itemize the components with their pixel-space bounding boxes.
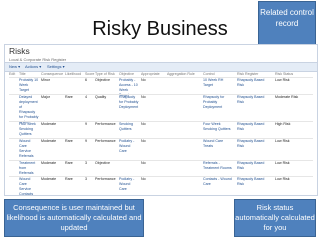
cell-appropriate: No <box>141 78 146 82</box>
cell-appropriate: No <box>141 177 146 181</box>
cell-consequence: Moderate <box>41 161 57 165</box>
cell-control[interactable]: Referrals - Treatment Rooms <box>203 161 233 171</box>
cell-likelihood: Rare <box>65 95 73 99</box>
cell-appropriate: No <box>141 161 146 165</box>
callout-risk-status-note: Risk status automatically calculated for… <box>234 199 316 237</box>
cell-risk-register[interactable]: Rhapsody Based Risk <box>237 139 267 149</box>
cell-type-of-risk: Quality <box>95 95 107 99</box>
cell-type-of-risk: Objective <box>95 161 110 165</box>
list-toolbar: New ▾ Actions ▾ Settings ▾ <box>5 62 317 72</box>
cell-appropriate: No <box>141 139 146 143</box>
cell-score: 4 <box>85 95 87 99</box>
cell-risk-register[interactable]: Rhapsody Based Risk <box>237 95 267 105</box>
column-header-risk-status[interactable]: Risk Status <box>275 72 293 76</box>
column-header-objective[interactable]: Objective <box>119 72 134 76</box>
cell-type-of-risk: Performance <box>95 177 116 181</box>
column-header-consequence[interactable]: Consequence <box>41 72 63 76</box>
cell-risk-status: High Risk <box>275 122 291 126</box>
column-header-appropriate[interactable]: Appropriate <box>141 72 160 76</box>
cell-control[interactable]: 10 Week RH Target <box>203 78 233 88</box>
cell-consequence: Major <box>41 95 50 99</box>
cell-objective[interactable]: Podiatry - Wound Care <box>119 139 139 154</box>
column-header-score[interactable]: Score <box>85 72 94 76</box>
cell-control[interactable]: Rhapsody for Probably Deployment <box>203 95 233 110</box>
cell-risk-status: Low Risk <box>275 78 290 82</box>
cell-control[interactable]: Four Week Smoking Quitters <box>203 122 233 132</box>
risk-title-link[interactable]: Probably 10 Week Target <box>19 78 39 93</box>
cell-risk-status: Moderate Risk <box>275 95 299 99</box>
cell-control[interactable]: Wound Care Treats <box>203 139 233 149</box>
column-header-risk-register[interactable]: Risk Register <box>237 72 258 76</box>
cell-consequence: Minor <box>41 78 50 82</box>
cell-score: 9 <box>85 139 87 143</box>
cell-score: 3 <box>85 161 87 165</box>
risk-title-link[interactable]: Treatment from Referrals <box>19 161 39 176</box>
cell-risk-register[interactable]: Rhapsody Based Risk <box>237 122 267 132</box>
column-header-aggregation-rule[interactable]: Aggregation Rule <box>167 72 195 76</box>
cell-risk-register[interactable]: Rhapsody Based Risk <box>237 177 267 187</box>
column-header-title[interactable]: Title <box>19 72 26 76</box>
cell-risk-status: Low Risk <box>275 177 290 181</box>
callout-related-control: Related control record <box>258 1 316 45</box>
cell-risk-register[interactable]: Rhapsody Based Risk <box>237 78 267 88</box>
column-header-control[interactable]: Control <box>203 72 215 76</box>
cell-objective[interactable]: Rhapsody for Probably Deployment <box>119 95 139 110</box>
cell-risk-status: Low Risk <box>275 139 290 143</box>
cell-score: 6 <box>85 78 87 82</box>
cell-likelihood: Rare <box>65 161 73 165</box>
risk-title-link[interactable]: Wound Care Service Contacts <box>19 177 39 195</box>
cell-risk-status: Low Risk <box>275 161 290 165</box>
actions-menu-button[interactable]: Actions ▾ <box>25 64 41 69</box>
cell-type-of-risk: Objective <box>95 78 110 82</box>
risk-title-link[interactable]: Wound Care Service Referrals <box>19 139 39 159</box>
cell-score: 9 <box>85 122 87 126</box>
column-header-likelihood[interactable]: Likelihood <box>65 72 81 76</box>
cell-score: 3 <box>85 177 87 181</box>
column-header-type-of-risk[interactable]: Type of Risk <box>95 72 115 76</box>
cell-consequence: Moderate <box>41 139 57 143</box>
cell-objective[interactable]: Smoking Quitters <box>119 122 139 132</box>
list-title: Risks <box>9 46 30 56</box>
cell-control[interactable]: Contacts - Wound Care <box>203 177 233 187</box>
cell-type-of-risk: Performance <box>95 139 116 143</box>
new-menu-button[interactable]: New ▾ <box>9 64 20 69</box>
settings-menu-button[interactable]: Settings ▾ <box>47 64 65 69</box>
cell-type-of-risk: Performance <box>95 122 116 126</box>
cell-consequence: Moderate <box>41 177 57 181</box>
cell-risk-register[interactable]: Rhapsody Based Risk <box>237 161 267 171</box>
cell-objective[interactable]: Podiatry - Wound Care <box>119 177 139 192</box>
sharepoint-list-window: Risks Local & Corporate Risk Register Ne… <box>4 44 318 196</box>
cell-consequence: Moderate <box>41 122 57 126</box>
cell-likelihood: Rare <box>65 139 73 143</box>
risk-title-link[interactable]: Four week Smoking Quitters <box>19 122 39 137</box>
callout-consequence-note: Consequence is user maintained but likel… <box>4 199 144 237</box>
cell-appropriate: No <box>141 95 146 99</box>
cell-likelihood: Rare <box>65 177 73 181</box>
cell-appropriate: No <box>141 122 146 126</box>
column-header-edit[interactable]: Edit <box>9 72 15 76</box>
